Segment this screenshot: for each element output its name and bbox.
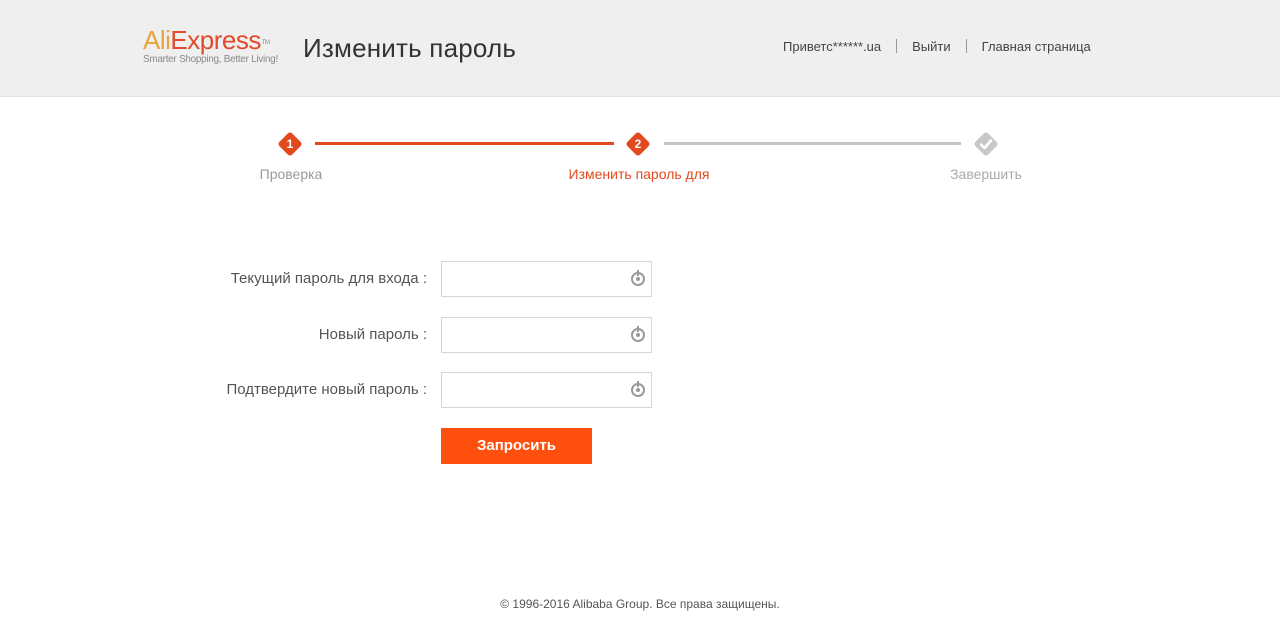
step-number: 1 <box>286 137 294 151</box>
top-nav: Приветс******.ua Выйти Главная страница <box>783 38 1091 54</box>
greeting-link[interactable]: Приветс******.ua <box>783 39 881 54</box>
current-password-field-wrapper <box>441 261 652 297</box>
confirm-password-row: Подтвердите новый пароль : <box>0 372 1280 408</box>
current-password-row: Текущий пароль для входа : <box>0 261 1280 297</box>
current-password-input[interactable] <box>442 262 622 296</box>
logo-wordmark: AliExpressTM <box>143 25 270 55</box>
logo-tagline: Smarter Shopping, Better Living! <box>143 54 278 65</box>
confirm-password-field-wrapper <box>441 372 652 408</box>
new-password-label: Новый пароль : <box>318 326 427 343</box>
step-1-marker: 1 <box>277 131 303 157</box>
progress-bar-pending <box>664 142 961 145</box>
home-link[interactable]: Главная страница <box>982 39 1091 54</box>
progress-steps: 1 2 Проверка Изменить пароль для Заверши… <box>0 126 1280 196</box>
new-password-row: Новый пароль : <box>0 317 1280 353</box>
current-password-label: Текущий пароль для входа : <box>230 270 427 287</box>
show-password-icon[interactable] <box>631 326 645 342</box>
confirm-password-input[interactable] <box>442 373 622 407</box>
step-label-verification: Проверка <box>259 166 323 182</box>
new-password-field-wrapper <box>441 317 652 353</box>
show-password-icon[interactable] <box>631 381 645 397</box>
logout-link[interactable]: Выйти <box>912 39 951 54</box>
confirm-password-label: Подтвердите новый пароль : <box>226 381 427 398</box>
step-label-finish: Завершить <box>950 166 1022 182</box>
checkmark-icon <box>979 139 993 150</box>
step-number: 2 <box>634 137 642 151</box>
progress-bar-completed <box>315 142 614 145</box>
page-header: AliExpressTM Smarter Shopping, Better Li… <box>0 0 1280 97</box>
step-label-change-password: Изменить пароль для <box>568 166 710 182</box>
nav-divider <box>896 39 898 53</box>
aliexpress-logo[interactable]: AliExpressTM Smarter Shopping, Better Li… <box>143 26 288 70</box>
submit-button[interactable]: Запросить <box>441 428 592 464</box>
nav-divider <box>965 39 967 53</box>
show-password-icon[interactable] <box>631 270 645 286</box>
new-password-input[interactable] <box>442 318 622 352</box>
footer-copyright: © 1996-2016 Alibaba Group. Все права защ… <box>500 597 780 611</box>
step-2-marker: 2 <box>625 131 651 157</box>
step-3-marker <box>973 131 999 157</box>
page-title: Изменить пароль <box>303 33 517 63</box>
